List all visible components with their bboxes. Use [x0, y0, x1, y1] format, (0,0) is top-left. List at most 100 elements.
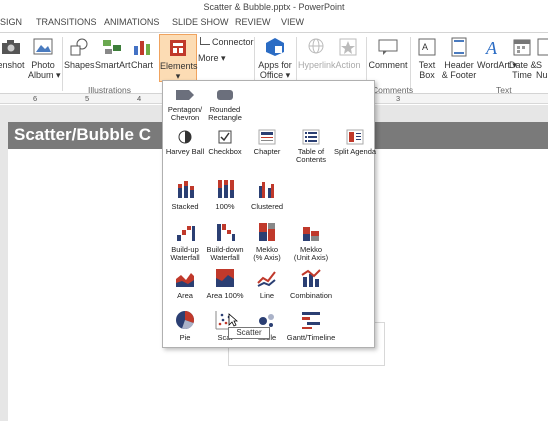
item-label: Split Agenda — [333, 147, 377, 156]
item-label: Pie — [179, 333, 191, 342]
apps-label-1: Apps for — [258, 60, 292, 70]
more-label: More — [198, 53, 219, 63]
svg-text:A: A — [485, 38, 498, 57]
textbox-label-2: Box — [419, 70, 435, 80]
hyperlink-button[interactable]: Hyperlink — [298, 37, 336, 70]
ruler-mark: 4 — [137, 94, 142, 103]
build-up-waterfall-icon — [177, 226, 195, 241]
wordart-button[interactable]: A WordArt ▾ — [477, 37, 517, 70]
item-label: (Unit Axis) — [293, 253, 329, 262]
item-label: Area 100% — [206, 291, 244, 300]
menu-item-gantt-timeline[interactable]: Gantt/Timeline — [285, 309, 337, 342]
photo-label-2: Album — [28, 70, 54, 80]
combination-chart-icon — [301, 269, 321, 287]
tab-view[interactable]: VIEW — [281, 17, 304, 27]
header-label-1: Header — [444, 60, 474, 70]
dropdown-arrow-icon: ▾ — [53, 70, 61, 80]
group-separator — [62, 37, 63, 91]
item-label: Waterfall — [170, 253, 200, 262]
photo-label-1: Photo — [31, 60, 55, 70]
item-label: Clustered — [250, 202, 284, 211]
checkbox-icon — [218, 130, 232, 144]
svg-text:A: A — [422, 42, 428, 52]
menu-item-rounded-rectangle[interactable]: Rounded Rectangle — [199, 87, 251, 122]
pentagon-chevron-icon — [176, 90, 194, 100]
gantt-timeline-icon — [302, 312, 320, 329]
connector-button[interactable]: Connector — [200, 37, 254, 47]
item-label: Gantt/Timeline — [286, 333, 336, 342]
date-time-button[interactable]: Date & Time — [509, 37, 537, 80]
tab-animations[interactable]: ANIMATIONS — [104, 17, 159, 27]
harvey-ball-icon — [178, 130, 192, 144]
comment-icon — [378, 39, 398, 55]
item-label: (% Axis) — [253, 253, 281, 262]
menu-item-combination[interactable]: Combination — [285, 267, 337, 300]
more-button[interactable]: More ▾ — [198, 53, 228, 63]
item-label: Rectangle — [208, 113, 242, 122]
calendar-icon — [513, 39, 531, 56]
date-label-2: Time — [512, 70, 532, 80]
item-label: Chapter — [253, 147, 281, 156]
slide-number-button[interactable]: S Nu — [536, 37, 548, 80]
header-label-2: & Footer — [441, 70, 477, 80]
tab-design[interactable]: SIGN — [0, 17, 22, 27]
elements-dropdown-menu: Pentagon/Chevron Rounded Rectangle Harvey… — [162, 80, 376, 348]
ruler-mark: 6 — [33, 94, 38, 103]
elements-button[interactable]: Elements ▾ — [159, 34, 198, 82]
photo-album-button[interactable]: Photo Album ▾ — [28, 37, 61, 80]
item-label: 100% — [215, 202, 235, 211]
header-footer-button[interactable]: Header & Footer — [441, 37, 477, 80]
item-label: Checkbox — [208, 147, 242, 156]
chapter-icon — [258, 129, 276, 145]
smartart-button[interactable]: SmartArt — [95, 37, 131, 70]
build-down-waterfall-icon — [217, 224, 235, 241]
ruler-mark: 5 — [85, 94, 90, 103]
item-label: Combination — [289, 291, 333, 300]
connector-label: Connector — [212, 37, 254, 47]
smartart-icon — [103, 40, 121, 54]
textbox-label-1: Text — [418, 60, 436, 70]
tab-slide-show[interactable]: SLIDE SHOW — [172, 17, 229, 27]
screenshot-button[interactable]: enshot — [0, 37, 26, 70]
item-label: Area — [177, 291, 193, 300]
hyperlink-label: Hyperlink — [298, 60, 336, 70]
smartart-label: SmartArt — [95, 60, 131, 70]
dropdown-arrow-icon: ▾ — [283, 70, 291, 80]
apps-for-office-button[interactable]: Apps for Office ▾ — [256, 37, 294, 80]
shapes-button[interactable]: Shapes — [64, 37, 95, 70]
ribbon-tabs: SIGN TRANSITIONS ANIMATIONS SLIDE SHOW R… — [0, 14, 548, 32]
screenshot-label: enshot — [0, 60, 25, 70]
action-button[interactable]: Action — [334, 37, 362, 70]
group-separator — [410, 37, 411, 91]
scatter-tooltip: Scatter — [228, 327, 270, 339]
tab-transitions[interactable]: TRANSITIONS — [36, 17, 97, 27]
menu-item-split-agenda[interactable]: Split Agenda — [329, 129, 381, 156]
split-agenda-icon — [346, 129, 364, 145]
wordart-label: WordArt — [477, 60, 510, 70]
slide-title[interactable]: Scatter/Bubble C — [14, 125, 151, 145]
connector-icon — [200, 37, 210, 45]
menu-item-mekko-unit-axis[interactable]: Mekko (Unit Axis) — [285, 221, 337, 262]
shapes-label: Shapes — [64, 60, 95, 70]
chart-button[interactable]: Chart — [130, 37, 154, 70]
tab-review[interactable]: REVIEW — [235, 17, 271, 27]
title-bar: Scatter & Bubble.pptx - PowerPoint — [0, 0, 548, 14]
mekko-unit-icon — [303, 227, 319, 241]
camera-icon — [2, 40, 20, 54]
pie-chart-icon — [176, 311, 195, 330]
shapes-icon — [70, 38, 88, 56]
area-100-chart-icon — [216, 269, 234, 287]
text-box-button[interactable]: A Text Box — [413, 37, 441, 80]
menu-item-clustered[interactable]: Clustered — [241, 178, 293, 211]
dropdown-arrow-icon: ▾ — [218, 53, 226, 63]
mouse-cursor-icon — [228, 313, 238, 327]
rounded-rectangle-icon — [217, 90, 233, 100]
100-percent-chart-icon — [218, 180, 234, 198]
mekko-percent-icon — [259, 223, 275, 241]
comment-button[interactable]: Comment — [368, 37, 408, 70]
item-label: Line — [259, 291, 275, 300]
line-chart-icon — [257, 271, 276, 287]
action-label: Action — [335, 60, 361, 70]
area-chart-icon — [176, 273, 194, 287]
action-star-icon — [339, 38, 357, 56]
